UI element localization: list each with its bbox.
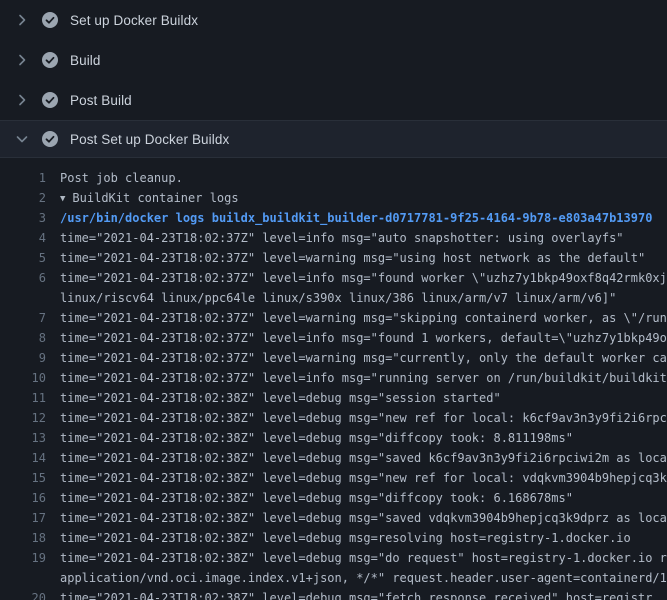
log-line: 2 ▼ BuildKit container logs [0,188,667,208]
chevron-right-icon [14,52,30,68]
step-header-build[interactable]: Build [0,40,667,80]
line-text: time="2021-04-23T18:02:38Z" level=debug … [60,528,667,548]
log-line: 12 time="2021-04-23T18:02:38Z" level=deb… [0,408,667,428]
line-text: time="2021-04-23T18:02:38Z" level=debug … [60,408,667,428]
line-text: time="2021-04-23T18:02:37Z" level=warnin… [60,248,667,268]
check-circle-icon [42,131,58,147]
log-line: 13 time="2021-04-23T18:02:38Z" level=deb… [0,428,667,448]
log-line: 14 time="2021-04-23T18:02:38Z" level=deb… [0,448,667,468]
log-line: 10 time="2021-04-23T18:02:37Z" level=inf… [0,368,667,388]
line-number [0,568,60,588]
line-number[interactable]: 3 [0,208,60,228]
line-text: time="2021-04-23T18:02:37Z" level=warnin… [60,348,667,368]
check-circle-icon [42,52,58,68]
step-header-set-up-docker-buildx[interactable]: Set up Docker Buildx [0,0,667,40]
check-circle-icon [42,12,58,28]
line-number[interactable]: 17 [0,508,60,528]
log-line: 8 time="2021-04-23T18:02:37Z" level=info… [0,328,667,348]
step-header-post-set-up-docker-buildx[interactable]: Post Set up Docker Buildx [0,120,667,158]
log-line: 3 /usr/bin/docker logs buildx_buildkit_b… [0,208,667,228]
line-text: time="2021-04-23T18:02:37Z" level=info m… [60,328,667,348]
chevron-down-icon [14,131,30,147]
line-number[interactable]: 10 [0,368,60,388]
log-line-continuation: linux/riscv64 linux/ppc64le linux/s390x … [0,288,667,308]
line-number[interactable]: 19 [0,548,60,568]
line-number[interactable]: 7 [0,308,60,328]
log-line: 17 time="2021-04-23T18:02:38Z" level=deb… [0,508,667,528]
line-text: time="2021-04-23T18:02:37Z" level=info m… [60,228,667,248]
group-expand-icon[interactable]: ▼ [60,189,65,208]
line-number[interactable]: 2 [0,188,60,208]
chevron-right-icon [14,92,30,108]
line-number[interactable]: 18 [0,528,60,548]
log-line: 11 time="2021-04-23T18:02:38Z" level=deb… [0,388,667,408]
line-text: time="2021-04-23T18:02:37Z" level=info m… [60,268,667,288]
log-line: 20 time="2021-04-23T18:02:38Z" level=deb… [0,588,667,600]
log-line: 4 time="2021-04-23T18:02:37Z" level=info… [0,228,667,248]
line-text: /usr/bin/docker logs buildx_buildkit_bui… [60,208,667,228]
line-text: time="2021-04-23T18:02:37Z" level=warnin… [60,308,667,328]
step-list: Set up Docker Buildx Build Post Build [0,0,667,158]
log-line: 9 time="2021-04-23T18:02:37Z" level=warn… [0,348,667,368]
line-text: application/vnd.oci.image.index.v1+json,… [60,568,667,588]
line-text: time="2021-04-23T18:02:38Z" level=debug … [60,588,667,600]
line-number[interactable]: 5 [0,248,60,268]
line-number[interactable]: 6 [0,268,60,288]
line-number[interactable]: 8 [0,328,60,348]
log-line: 16 time="2021-04-23T18:02:38Z" level=deb… [0,488,667,508]
log-line: 6 time="2021-04-23T18:02:37Z" level=info… [0,268,667,288]
chevron-right-icon [14,12,30,28]
line-number[interactable]: 20 [0,588,60,600]
line-number[interactable]: 1 [0,168,60,188]
step-label: Post Set up Docker Buildx [70,132,229,147]
line-text: ▼ BuildKit container logs [60,188,667,208]
line-text: time="2021-04-23T18:02:38Z" level=debug … [60,488,667,508]
actions-log-viewer: Set up Docker Buildx Build Post Build [0,0,667,600]
line-text: time="2021-04-23T18:02:38Z" level=debug … [60,428,667,448]
line-text: time="2021-04-23T18:02:38Z" level=debug … [60,448,667,468]
log-line: 5 time="2021-04-23T18:02:37Z" level=warn… [0,248,667,268]
line-number[interactable]: 4 [0,228,60,248]
step-header-post-build[interactable]: Post Build [0,80,667,120]
step-label: Post Build [70,93,132,108]
line-text: time="2021-04-23T18:02:38Z" level=debug … [60,388,667,408]
line-text: linux/riscv64 linux/ppc64le linux/s390x … [60,288,667,308]
check-circle-icon [42,92,58,108]
line-number[interactable]: 9 [0,348,60,368]
log-line: 1 Post job cleanup. [0,168,667,188]
log-line: 15 time="2021-04-23T18:02:38Z" level=deb… [0,468,667,488]
line-number [0,288,60,308]
log-line: 19 time="2021-04-23T18:02:38Z" level=deb… [0,548,667,568]
group-title[interactable]: BuildKit container logs [72,191,238,205]
line-number[interactable]: 11 [0,388,60,408]
line-text: time="2021-04-23T18:02:37Z" level=info m… [60,368,667,388]
step-label: Set up Docker Buildx [70,13,198,28]
log-line-continuation: application/vnd.oci.image.index.v1+json,… [0,568,667,588]
log-lines: 1 Post job cleanup. 2 ▼ BuildKit containe… [0,158,667,600]
log-line: 18 time="2021-04-23T18:02:38Z" level=deb… [0,528,667,548]
line-number[interactable]: 14 [0,448,60,468]
log-line: 7 time="2021-04-23T18:02:37Z" level=warn… [0,308,667,328]
line-text: time="2021-04-23T18:02:38Z" level=debug … [60,508,667,528]
line-text: time="2021-04-23T18:02:38Z" level=debug … [60,468,667,488]
line-number[interactable]: 12 [0,408,60,428]
line-number[interactable]: 15 [0,468,60,488]
line-number[interactable]: 13 [0,428,60,448]
step-label: Build [70,53,101,68]
line-text: Post job cleanup. [60,168,667,188]
line-number[interactable]: 16 [0,488,60,508]
line-text: time="2021-04-23T18:02:38Z" level=debug … [60,548,667,568]
